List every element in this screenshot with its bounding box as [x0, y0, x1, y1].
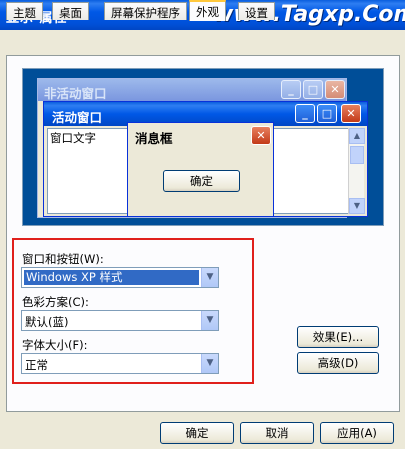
chevron-down-icon[interactable]: ▼ — [201, 311, 218, 330]
tab-screensaver[interactable]: 屏幕保护程序 — [104, 2, 187, 20]
preview-scrollbar: ▲ ▼ — [348, 128, 365, 214]
scroll-down-icon: ▼ — [349, 198, 365, 214]
font-size-label: 字体大小(F): — [22, 338, 88, 352]
apply-button[interactable]: 应用(A) — [320, 422, 394, 444]
minimize-icon: _ — [295, 104, 315, 123]
close-icon: ✕ — [341, 104, 361, 123]
msgbox-title: 消息框 — [135, 131, 173, 146]
color-scheme-label: 色彩方案(C): — [22, 295, 89, 309]
tab-label: 设置 — [245, 6, 268, 20]
windows-buttons-value: Windows XP 样式 — [24, 270, 199, 285]
color-scheme-value: 默认(蓝) — [25, 315, 69, 329]
cancel-button[interactable]: 取消 — [240, 422, 314, 444]
maximize-icon: □ — [317, 104, 337, 123]
font-size-value: 正常 — [25, 358, 48, 372]
color-scheme-select[interactable]: 默认(蓝) ▼ — [21, 310, 219, 331]
tab-desktop[interactable]: 桌面 — [52, 2, 89, 20]
effects-button[interactable]: 效果(E)... — [297, 326, 379, 348]
font-size-select[interactable]: 正常 ▼ — [21, 353, 219, 374]
tab-settings[interactable]: 设置 — [238, 2, 275, 20]
windows-buttons-label: 窗口和按钮(W): — [22, 252, 104, 266]
scroll-thumb — [350, 146, 364, 164]
maximize-icon: □ — [303, 80, 323, 99]
msgbox-ok-button: 确定 — [163, 170, 240, 192]
preview-message-box: 消息框 ✕ 确定 — [127, 122, 274, 217]
chevron-down-icon[interactable]: ▼ — [201, 268, 218, 287]
close-icon: ✕ — [325, 80, 345, 99]
advanced-button[interactable]: 高级(D) — [297, 352, 379, 374]
tab-label: 主题 — [13, 6, 36, 20]
windows-buttons-select[interactable]: Windows XP 样式 ▼ — [21, 267, 219, 288]
minimize-icon: _ — [281, 80, 301, 99]
chevron-down-icon[interactable]: ▼ — [201, 354, 218, 373]
tab-appearance[interactable]: 外观 — [189, 0, 226, 21]
tab-label: 外观 — [196, 5, 219, 19]
inactive-window-title: 非活动窗口 — [44, 86, 107, 101]
tab-themes[interactable]: 主题 — [6, 2, 43, 20]
window-text-sample: 窗口文字 — [50, 131, 96, 145]
active-window-title: 活动窗口 — [52, 110, 103, 125]
close-icon: ✕ — [251, 126, 271, 145]
tab-label: 屏幕保护程序 — [111, 6, 180, 20]
ok-button[interactable]: 确定 — [160, 422, 234, 444]
scroll-up-icon: ▲ — [349, 128, 365, 144]
tab-label: 桌面 — [59, 6, 82, 20]
